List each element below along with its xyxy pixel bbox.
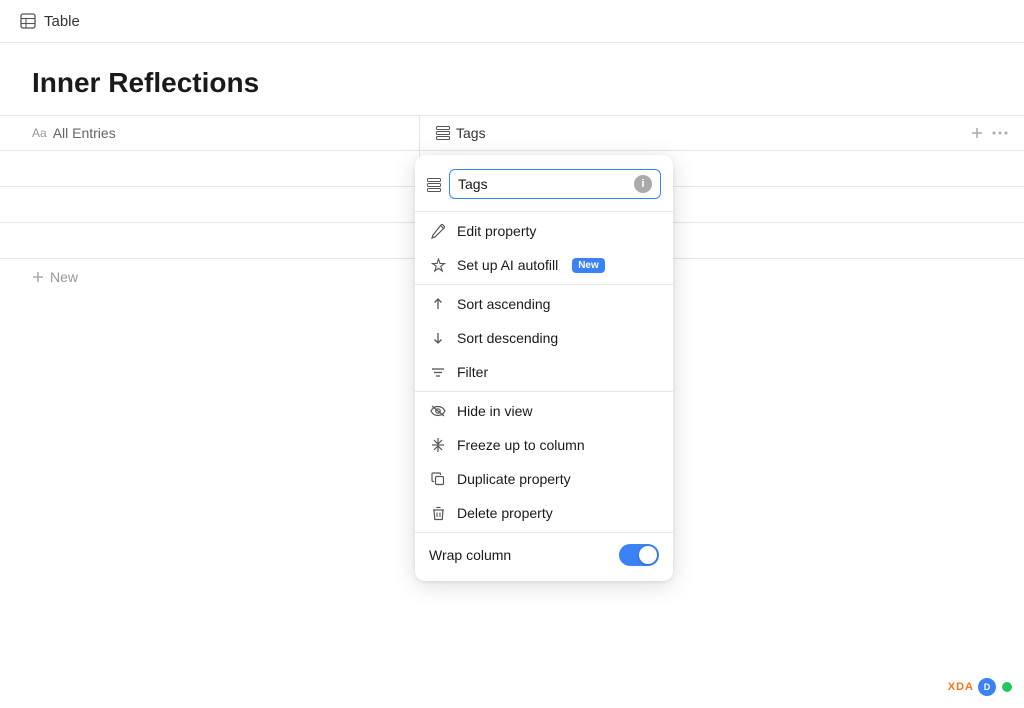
table-header: Aa All Entries Tags (0, 115, 1024, 151)
menu-item-freeze[interactable]: Freeze up to column (415, 428, 673, 462)
col-tags-actions (970, 124, 1008, 142)
col-entries-label: All Entries (53, 125, 116, 141)
divider-1 (415, 211, 673, 212)
page-title: Inner Reflections (0, 43, 1024, 115)
divider-3 (415, 391, 673, 392)
table-icon (20, 12, 36, 30)
divider-2 (415, 284, 673, 285)
cell-left (0, 187, 420, 222)
duplicate-icon (429, 472, 447, 486)
menu-input-row: Tags i (415, 161, 673, 209)
xda-green-dot (1002, 682, 1012, 692)
hide-in-view-label: Hide in view (457, 403, 532, 419)
more-options-icon[interactable] (992, 124, 1008, 142)
menu-item-sort-ascending[interactable]: Sort ascending (415, 287, 673, 321)
menu-item-sort-descending[interactable]: Sort descending (415, 321, 673, 355)
freeze-icon (429, 437, 447, 453)
toggle-knob (639, 546, 657, 564)
col-entries: Aa All Entries (0, 116, 420, 150)
edit-property-label: Edit property (457, 223, 536, 239)
top-bar: Table (0, 0, 1024, 43)
wrap-column-row: Wrap column (415, 535, 673, 575)
duplicate-label: Duplicate property (457, 471, 571, 487)
edit-icon (429, 224, 447, 239)
menu-item-hide-in-view[interactable]: Hide in view (415, 394, 673, 428)
menu-tags-icon (427, 176, 441, 192)
menu-item-ai-autofill[interactable]: Set up AI autofill New (415, 248, 673, 282)
ai-autofill-label: Set up AI autofill (457, 257, 558, 273)
cell-left (0, 223, 420, 258)
sort-desc-label: Sort descending (457, 330, 558, 346)
xda-circle-letter: D (984, 682, 991, 692)
col-tags[interactable]: Tags (420, 116, 1024, 150)
tags-icon (436, 126, 450, 140)
divider-4 (415, 532, 673, 533)
column-name-input[interactable]: Tags i (449, 169, 661, 199)
xda-circle: D (978, 678, 996, 696)
xda-badge: XDA D (948, 678, 1012, 696)
delete-icon (429, 506, 447, 521)
delete-label: Delete property (457, 505, 553, 521)
dropdown-menu: Tags i Edit property Set up AI autofill … (415, 155, 673, 581)
top-bar-title: Table (44, 13, 80, 30)
sort-asc-label: Sort ascending (457, 296, 550, 312)
add-column-icon[interactable] (970, 124, 984, 142)
wrap-column-toggle[interactable] (619, 544, 659, 566)
hide-icon (429, 405, 447, 417)
ai-icon (429, 258, 447, 273)
menu-item-edit-property[interactable]: Edit property (415, 214, 673, 248)
sort-desc-icon (429, 331, 447, 345)
cell-left (0, 151, 420, 186)
menu-item-delete[interactable]: Delete property (415, 496, 673, 530)
wrap-column-label: Wrap column (429, 547, 511, 563)
filter-label: Filter (457, 364, 488, 380)
xda-logo-text: XDA (948, 681, 974, 693)
new-row-label: New (50, 269, 78, 285)
sort-asc-icon (429, 297, 447, 311)
filter-icon (429, 365, 447, 379)
column-name-value: Tags (458, 176, 488, 192)
info-icon[interactable]: i (634, 175, 652, 193)
plus-icon (32, 271, 44, 283)
menu-item-filter[interactable]: Filter (415, 355, 673, 389)
new-badge: New (572, 258, 605, 273)
col-tags-label: Tags (456, 125, 486, 141)
freeze-label: Freeze up to column (457, 437, 585, 453)
text-type-icon: Aa (32, 126, 47, 140)
menu-item-duplicate[interactable]: Duplicate property (415, 462, 673, 496)
